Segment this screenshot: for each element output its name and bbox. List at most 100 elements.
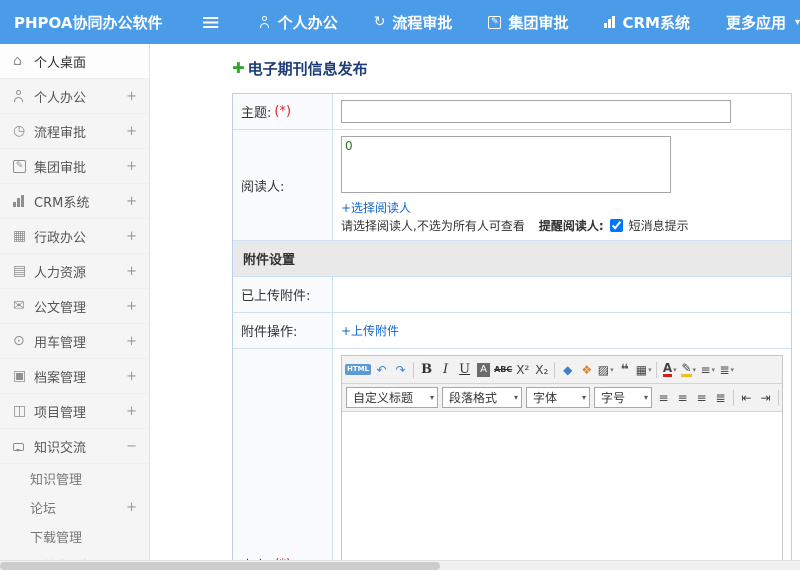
redo-icon: ↷: [395, 362, 406, 377]
page-title-row: ✚ 电子期刊信息发布: [232, 58, 792, 79]
undo-button[interactable]: ↶: [373, 359, 390, 381]
strikethrough-button[interactable]: ABC: [494, 359, 512, 381]
superscript-button[interactable]: X²: [514, 359, 531, 381]
sidebar-item-personal-office[interactable]: 个人办公 +: [0, 79, 149, 114]
sidebar-item-crm-system[interactable]: CRM系统 +: [0, 184, 149, 219]
sidebar-item-label: 行政办公: [34, 230, 87, 246]
custom-heading-select[interactable]: 自定义标题 ▾: [346, 387, 438, 408]
font-color-button[interactable]: A ▾: [661, 359, 678, 381]
font-family-select[interactable]: 字体 ▾: [526, 387, 590, 408]
bold-icon: B: [421, 362, 433, 377]
hamburger-menu-icon[interactable]: ≡: [201, 10, 221, 34]
expand-plus-icon[interactable]: +: [126, 194, 137, 209]
sidebar-item-personal-desktop[interactable]: ⌂ 个人桌面: [0, 44, 149, 79]
topnav-workflow-approval[interactable]: ↻ 流程审批: [374, 12, 453, 33]
expand-plus-icon[interactable]: +: [126, 299, 137, 314]
sidebar-item-admin-office[interactable]: ▦ 行政办公 +: [0, 219, 149, 254]
blockquote-button[interactable]: ❝: [616, 359, 633, 381]
expand-plus-icon[interactable]: +: [126, 89, 137, 104]
topnav-group-approval[interactable]: ✎ 集团审批: [488, 12, 568, 33]
expand-plus-icon[interactable]: +: [126, 229, 137, 244]
sidebar-item-download-management[interactable]: 下载管理: [0, 522, 149, 551]
topnav-more-apps[interactable]: 更多应用 ▾: [726, 12, 800, 33]
sidebar-item-project-management[interactable]: ◫ 项目管理 +: [0, 394, 149, 429]
align-right-icon: ≡: [696, 390, 707, 405]
fill-color-button[interactable]: ▨ ▾: [597, 359, 614, 381]
wheel-icon: ⊙: [13, 333, 25, 349]
sidebar-item-document-management[interactable]: ✉ 公文管理 +: [0, 289, 149, 324]
align-center-button[interactable]: ≡: [674, 387, 691, 409]
collapse-minus-icon[interactable]: −: [126, 439, 137, 454]
horizontal-scrollbar[interactable]: [0, 560, 800, 570]
redo-button[interactable]: ↷: [392, 359, 409, 381]
sidebar-item-knowledge-exchange[interactable]: 知识交流 −: [0, 429, 149, 464]
topnav-crm-system[interactable]: CRM系统: [604, 12, 690, 33]
editor-content-area[interactable]: [342, 412, 782, 570]
italic-button[interactable]: I: [437, 359, 454, 381]
attachment-section-title: 附件设置: [243, 253, 296, 268]
remove-format-button[interactable]: ◆: [559, 359, 576, 381]
expand-plus-icon[interactable]: +: [126, 500, 137, 515]
chevron-down-icon: ▾: [610, 365, 614, 374]
subscript-button[interactable]: X₂: [533, 359, 550, 381]
subject-input[interactable]: [341, 100, 731, 123]
upload-attachment-link[interactable]: +上传附件: [341, 322, 399, 339]
chevron-down-icon: ▾: [794, 16, 800, 28]
chevron-down-icon: ▾: [648, 365, 652, 374]
sidebar-item-label: 知识交流: [34, 440, 87, 456]
paragraph-format-select[interactable]: 段落格式 ▾: [442, 387, 522, 408]
expand-plus-icon[interactable]: +: [126, 264, 137, 279]
unordered-list-button[interactable]: ≡ ▾: [699, 359, 716, 381]
edit-square-icon: ✎: [488, 15, 502, 29]
topnav-label: 集团审批: [508, 13, 569, 32]
outdent-button[interactable]: ⇤: [738, 387, 755, 409]
edit-square-icon: ✎: [13, 159, 34, 173]
blockquote-icon: ❝: [620, 361, 629, 378]
sidebar-item-forum[interactable]: 论坛 +: [0, 493, 149, 522]
content-row: 内容: (*) HTML↶↷BIUAABCX²X₂◆❖▨▾❝▦▾A▾✎▾≡▾≣▾…: [233, 349, 791, 570]
align-right-button[interactable]: ≡: [693, 387, 710, 409]
sidebar-item-group-approval[interactable]: ✎ 集团审批 +: [0, 149, 149, 184]
ordered-list-button[interactable]: ≣ ▾: [718, 359, 735, 381]
sidebar-item-label: 个人办公: [34, 90, 87, 106]
subject-label: 主题:: [241, 106, 272, 121]
sidebar-item-archive-management[interactable]: ▣ 档案管理 +: [0, 359, 149, 394]
font-size-select[interactable]: 字号 ▾: [594, 387, 652, 408]
sms-remind-checkbox[interactable]: [609, 219, 623, 232]
font-bg-button[interactable]: A: [475, 359, 492, 381]
chevron-down-icon: ▾: [730, 365, 735, 374]
align-left-button[interactable]: ≡: [655, 387, 672, 409]
required-mark: (*): [274, 104, 292, 119]
font-size-select-label: 字号: [601, 391, 626, 405]
highlight-pen-button[interactable]: ✎ ▾: [680, 359, 697, 381]
align-justify-button[interactable]: ≣: [712, 387, 729, 409]
expand-plus-icon[interactable]: +: [126, 404, 137, 419]
toolbar-separator: [554, 361, 556, 378]
subject-label-cell: 主题: (*): [233, 94, 333, 129]
html-source-button[interactable]: HTML: [345, 359, 372, 381]
insert-table-button[interactable]: ▦ ▾: [635, 359, 652, 381]
building-icon: ▦: [13, 228, 27, 244]
expand-plus-icon[interactable]: +: [126, 124, 137, 139]
expand-plus-icon[interactable]: +: [126, 334, 137, 349]
expand-plus-icon[interactable]: +: [126, 369, 137, 384]
sidebar-item-label: 个人桌面: [34, 55, 87, 71]
sidebar-item-workflow-approval[interactable]: ◷ 流程审批 +: [0, 114, 149, 149]
topnav-personal-office[interactable]: 个人办公: [259, 12, 338, 33]
superscript-icon: X²: [516, 362, 530, 377]
sidebar-item-human-resources[interactable]: ▤ 人力资源 +: [0, 254, 149, 289]
toolbar-separator: [733, 389, 734, 406]
readers-textarea[interactable]: 0: [341, 136, 671, 193]
sidebar-item-knowledge-management[interactable]: 知识管理: [0, 464, 149, 493]
uploaded-attachments-label-cell: 已上传附件:: [233, 277, 333, 312]
scrollbar-thumb[interactable]: [0, 562, 440, 570]
expand-plus-icon[interactable]: +: [126, 159, 137, 174]
sidebar-item-vehicle-management[interactable]: ⊙ 用车管理 +: [0, 324, 149, 359]
indent-button[interactable]: ⇥: [757, 387, 774, 409]
format-painter-button[interactable]: ❖: [578, 359, 595, 381]
subject-row: 主题: (*): [233, 94, 791, 130]
select-readers-link[interactable]: +选择阅读人: [341, 201, 411, 215]
bold-button[interactable]: B: [418, 359, 435, 381]
underline-button[interactable]: U: [456, 359, 473, 381]
attachment-action-label-cell: 附件操作:: [233, 313, 333, 348]
